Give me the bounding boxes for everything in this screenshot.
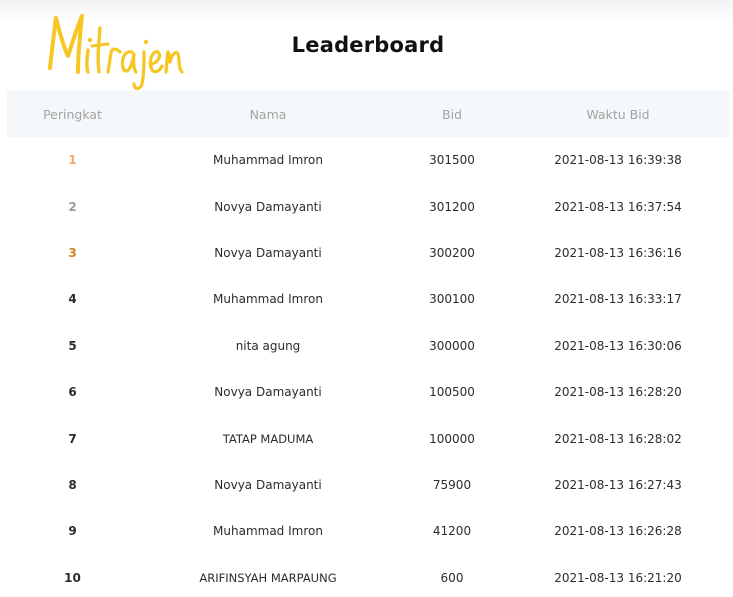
- rank-cell: 5: [68, 338, 77, 353]
- bid-cell: 600: [440, 570, 464, 585]
- table-row: 2 Novya Damayanti 301200 2021-08-13 16:3…: [7, 183, 730, 229]
- time-cell: 2021-08-13 16:30:06: [554, 338, 682, 353]
- rank-cell: 2: [68, 199, 77, 214]
- time-cell: 2021-08-13 16:33:17: [554, 292, 682, 307]
- bid-cell: 100500: [429, 385, 475, 400]
- name-cell: Muhammad Imron: [213, 524, 323, 539]
- column-header-time[interactable]: Waktu Bid: [506, 91, 730, 137]
- name-cell: Muhammad Imron: [213, 153, 323, 168]
- table-row: 7 TATAP MADUMA 100000 2021-08-13 16:28:0…: [7, 415, 730, 461]
- table-row: 9 Muhammad Imron 41200 2021-08-13 16:26:…: [7, 508, 730, 554]
- rank-cell: 4: [68, 292, 77, 307]
- time-cell: 2021-08-13 16:26:28: [554, 524, 682, 539]
- name-cell: Novya Damayanti: [214, 245, 322, 260]
- name-cell: nita agung: [235, 338, 301, 353]
- table-row: 10 ARIFINSYAH MARPAUNG 600 2021-08-13 16…: [7, 555, 730, 597]
- rank-cell: 6: [68, 385, 77, 400]
- bid-cell: 300200: [429, 245, 475, 260]
- rank-cell: 10: [64, 570, 81, 585]
- table-body: 1 Muhammad Imron 301500 2021-08-13 16:39…: [7, 137, 730, 597]
- column-header-name[interactable]: Nama: [138, 91, 398, 137]
- bid-cell: 100000: [429, 431, 475, 446]
- table-row: 5 nita agung 300000 2021-08-13 16:30:06: [7, 323, 730, 369]
- table-row: 4 Muhammad Imron 300100 2021-08-13 16:33…: [7, 276, 730, 322]
- bid-cell: 301500: [429, 153, 475, 168]
- leaderboard-table: Peringkat Nama Bid Waktu Bid 1 Muhammad …: [7, 91, 730, 597]
- bid-cell: 300000: [429, 338, 475, 353]
- table-row: 8 Novya Damayanti 75900 2021-08-13 16:27…: [7, 462, 730, 508]
- table-row: 1 Muhammad Imron 301500 2021-08-13 16:39…: [7, 137, 730, 183]
- time-cell: 2021-08-13 16:28:02: [554, 431, 682, 446]
- name-cell: Novya Damayanti: [214, 477, 322, 492]
- name-cell: Novya Damayanti: [214, 199, 322, 214]
- time-cell: 2021-08-13 16:28:20: [554, 385, 682, 400]
- table-header-row: Peringkat Nama Bid Waktu Bid: [7, 91, 730, 137]
- name-cell: TATAP MADUMA: [222, 431, 314, 446]
- column-header-bid[interactable]: Bid: [398, 91, 506, 137]
- time-cell: 2021-08-13 16:37:54: [554, 199, 682, 214]
- bid-cell: 41200: [432, 524, 472, 539]
- column-header-rank[interactable]: Peringkat: [7, 91, 138, 137]
- mitrajen-logo-graphic: [48, 14, 184, 91]
- brand-logo[interactable]: [44, 10, 186, 92]
- name-cell: Novya Damayanti: [214, 385, 322, 400]
- rank-cell: 9: [68, 524, 77, 539]
- bid-cell: 301200: [429, 199, 475, 214]
- bid-cell: 75900: [432, 477, 472, 492]
- bid-cell: 300100: [429, 292, 475, 307]
- table-row: 6 Novya Damayanti 100500 2021-08-13 16:2…: [7, 369, 730, 415]
- name-cell: Muhammad Imron: [213, 292, 323, 307]
- time-cell: 2021-08-13 16:21:20: [554, 570, 682, 585]
- time-cell: 2021-08-13 16:36:16: [554, 245, 682, 260]
- time-cell: 2021-08-13 16:27:43: [554, 477, 682, 492]
- rank-cell: 7: [68, 431, 77, 446]
- name-cell: ARIFINSYAH MARPAUNG: [199, 570, 337, 585]
- time-cell: 2021-08-13 16:39:38: [554, 153, 682, 168]
- table-row: 3 Novya Damayanti 300200 2021-08-13 16:3…: [7, 230, 730, 276]
- page-title: Leaderboard: [291, 33, 445, 57]
- rank-cell: 1: [68, 153, 77, 168]
- table-header: Peringkat Nama Bid Waktu Bid: [7, 91, 730, 137]
- rank-cell: 3: [68, 245, 77, 260]
- rank-cell: 8: [68, 477, 77, 492]
